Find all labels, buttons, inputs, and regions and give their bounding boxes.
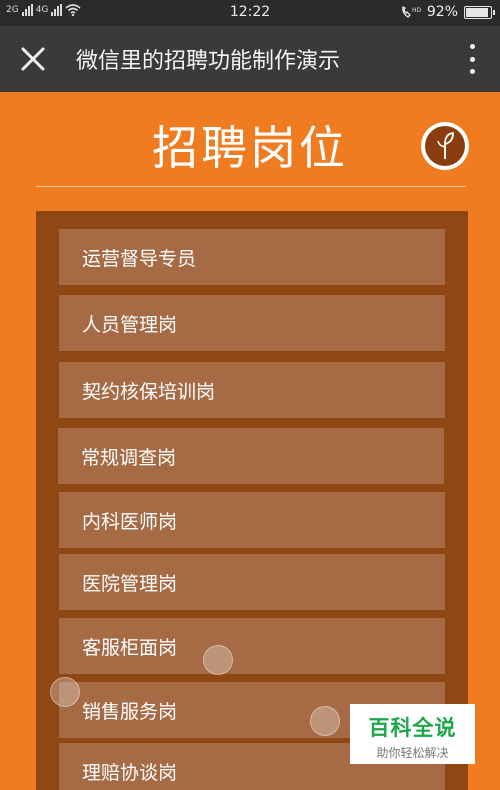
status-right: HD 92% — [401, 4, 495, 20]
job-item-label: 医院管理岗 — [82, 572, 178, 595]
watermark-subtitle: 助你轻松解决 — [376, 746, 449, 760]
job-item-label: 常规调查岗 — [81, 446, 177, 469]
job-item-label: 理赔协谈岗 — [82, 761, 178, 784]
logo-icon — [421, 122, 469, 170]
job-item-label: 客服柜面岗 — [82, 636, 178, 659]
watermark-title: 百科全说 — [368, 716, 457, 740]
more-dot-icon — [469, 69, 475, 74]
job-item-label: 销售服务岗 — [82, 700, 178, 723]
more-dot-icon — [469, 44, 475, 49]
battery-percent: 92% — [426, 4, 458, 20]
job-item[interactable]: 内科医师岗 — [59, 492, 445, 548]
touch-indicator — [50, 677, 80, 707]
close-icon — [21, 47, 45, 71]
touch-indicator — [310, 706, 340, 736]
job-item[interactable]: 医院管理岗 — [59, 554, 445, 610]
touch-indicator — [203, 645, 233, 675]
more-dot-icon — [469, 56, 475, 62]
job-item-label: 内科医师岗 — [82, 510, 178, 533]
job-item-label: 契约核保培训岗 — [82, 380, 216, 403]
window-title: 微信里的招聘功能制作演示 — [76, 49, 341, 74]
seedling-icon — [437, 131, 454, 159]
job-item[interactable]: 客服柜面岗 — [59, 618, 445, 674]
close-button[interactable] — [16, 42, 50, 76]
hd-call-icon: HD — [402, 6, 421, 18]
status-bar: 2G 4G 12:22 HD 92% — [0, 0, 500, 26]
job-item[interactable]: 常规调查岗 — [58, 428, 444, 484]
battery-fill — [466, 7, 489, 17]
job-item-label: 运营督导专员 — [82, 247, 197, 270]
heading-divider — [36, 186, 466, 187]
title-bar: 微信里的招聘功能制作演示 — [0, 26, 500, 92]
job-item[interactable]: 契约核保培训岗 — [59, 362, 445, 418]
more-menu-button[interactable] — [462, 40, 482, 78]
battery-icon — [464, 5, 495, 19]
job-item[interactable]: 人员管理岗 — [59, 295, 445, 351]
svg-text:HD: HD — [412, 7, 421, 14]
job-item-label: 人员管理岗 — [82, 313, 178, 336]
watermark: 百科全说 助你轻松解决 — [350, 704, 475, 764]
job-item[interactable]: 运营督导专员 — [59, 229, 445, 285]
